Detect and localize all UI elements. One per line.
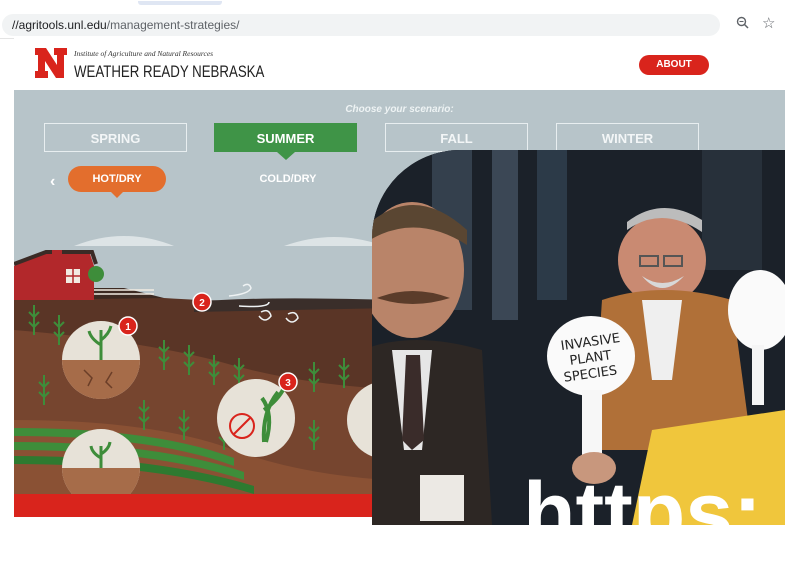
tab-summer[interactable]: SUMMER bbox=[214, 123, 357, 160]
marker-2-label: 2 bbox=[199, 298, 205, 309]
url-field[interactable]: //agritools.unl.edu/management-strategie… bbox=[2, 14, 720, 36]
marker-1-label: 1 bbox=[125, 322, 131, 333]
tab-strip bbox=[0, 0, 785, 10]
url-text[interactable]: //agritools.unl.edu/management-strategie… bbox=[12, 18, 239, 32]
tab-winter[interactable]: WINTER bbox=[556, 123, 699, 152]
tab-fall[interactable]: FALL bbox=[385, 123, 528, 152]
url-path: /management-strategies/ bbox=[106, 18, 240, 32]
active-tab-indicator[interactable] bbox=[138, 1, 222, 5]
chevron-left-icon[interactable]: ‹ bbox=[50, 173, 55, 191]
institute-name: Institute of Agriculture and Natural Res… bbox=[74, 49, 214, 58]
cold-dry-button[interactable]: COLD/DRY bbox=[239, 166, 337, 192]
address-bar: //agritools.unl.edu/management-strategie… bbox=[0, 12, 785, 39]
tab-spring[interactable]: SPRING bbox=[44, 123, 187, 152]
scenario-prompt: Choose your scenario: bbox=[345, 104, 454, 115]
star-icon[interactable]: ☆ bbox=[762, 14, 775, 32]
site-header: Institute of Agriculture and Natural Res… bbox=[14, 38, 785, 90]
hot-dry-button[interactable]: HOT/DRY bbox=[68, 166, 166, 198]
zoom-icon[interactable] bbox=[736, 16, 749, 32]
marker-3-label: 3 bbox=[285, 378, 291, 389]
nebraska-n-logo[interactable] bbox=[34, 47, 68, 79]
url-host: //agritools.unl.edu bbox=[12, 18, 107, 32]
overlay-url-text: https: bbox=[523, 465, 762, 561]
about-button[interactable]: ABOUT bbox=[639, 55, 709, 75]
site-title[interactable]: WEATHER READY NEBRASKA bbox=[74, 62, 264, 82]
